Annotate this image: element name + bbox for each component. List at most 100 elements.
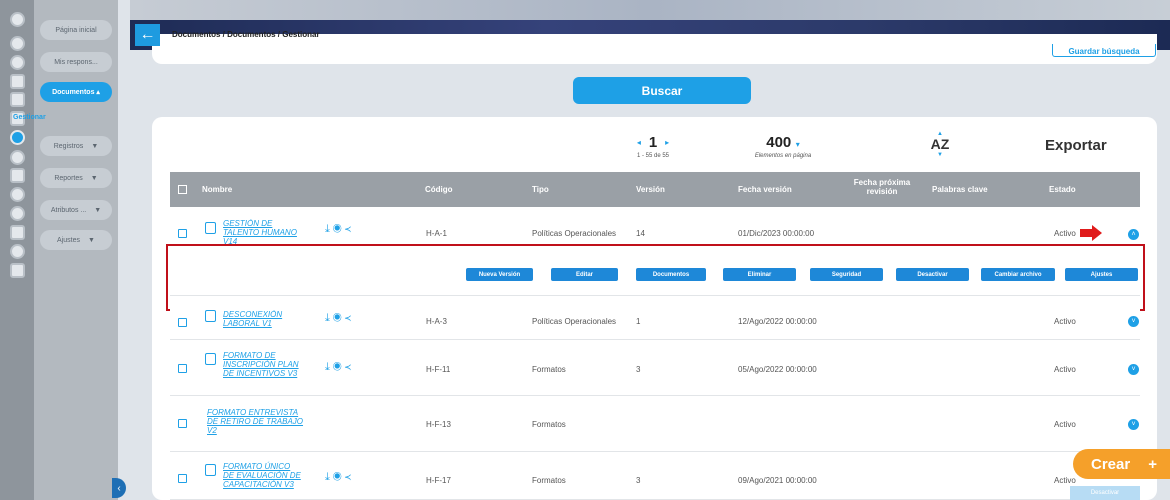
clock-icon[interactable] (10, 150, 25, 165)
document-icon (205, 464, 216, 476)
share-icon[interactable]: ≺ (345, 471, 354, 483)
column-header-status[interactable]: Estado (1049, 185, 1076, 194)
create-button[interactable]: Crear + (1073, 449, 1170, 479)
download-icon[interactable]: ⤓ (325, 312, 333, 324)
save-search-button[interactable]: Guardar búsqueda (1052, 44, 1156, 57)
document-name-link[interactable]: GESTIÓN DE TALENTO HUMANO V14 (223, 219, 303, 247)
column-header-keywords[interactable]: Palabras clave (932, 185, 988, 194)
red-arrow-head-icon (1092, 225, 1102, 241)
prev-page-icon[interactable]: ◂ (637, 138, 641, 147)
sidebar-item-records[interactable]: Registros ▼ (40, 136, 112, 156)
sidebar-item-label: Mis respons... (54, 58, 98, 66)
status-cell: Activo (1054, 420, 1076, 429)
sidebar-item-label: Página inicial (55, 26, 97, 34)
table-row[interactable]: GESTIÓN DE TALENTO HUMANO V14 ⤓◉≺ H-A-1 … (170, 207, 1140, 246)
document-name-link[interactable]: FORMATO DE INSCRIPCIÓN PLAN DE INCENTIVO… (223, 351, 303, 378)
items-per-page-label: Elementos en página (754, 153, 812, 159)
sidebar-item-label: Reportes (54, 174, 83, 182)
chevron-down-icon[interactable]: ˅ (1128, 316, 1139, 327)
row-checkbox[interactable] (178, 364, 187, 373)
folder-icon[interactable] (10, 263, 25, 278)
download-icon[interactable]: ⤓ (325, 223, 333, 235)
icon-rail (0, 0, 34, 500)
pagination: ◂ 1 ▸ 1 - 55 de 55 (618, 134, 688, 159)
document-name-link[interactable]: FORMATO ENTREVISTA DE RETIRO DE TRABAJO … (207, 408, 307, 435)
globe-alt-icon[interactable] (10, 244, 25, 259)
column-header-code[interactable]: Código (425, 185, 453, 194)
next-page-icon[interactable]: ▸ (665, 138, 669, 147)
sidebar-item-attributes[interactable]: Atributos ... ▼ (40, 200, 112, 220)
document-icon[interactable] (10, 130, 25, 145)
row-checkbox[interactable] (178, 474, 187, 483)
row-checkbox[interactable] (178, 229, 187, 238)
chevron-down-icon[interactable]: ˅ (1128, 364, 1139, 375)
sidebar-item-settings[interactable]: Ajustes ▼ (40, 230, 112, 250)
row-checkbox[interactable] (178, 318, 187, 327)
sidebar-item-documents[interactable]: Documentos ▴ (40, 82, 112, 102)
column-header-version[interactable]: Versión (636, 185, 665, 194)
collapse-menu-button[interactable]: ‹ (112, 478, 126, 498)
create-label: Crear (1091, 455, 1131, 473)
back-button[interactable]: ← (135, 24, 160, 46)
side-menu: Página inicial Mis respons... Documentos… (34, 0, 118, 500)
row-checkbox[interactable] (178, 419, 187, 428)
document-name-link[interactable]: DESCONEXIÓN LABORAL V1 (223, 310, 303, 330)
table-row[interactable]: DESCONEXIÓN LABORAL V1 ⤓◉≺ H-A-3 Polític… (170, 296, 1140, 340)
sidebar-subitem-manage[interactable]: Gestionar (13, 114, 46, 121)
book-icon[interactable] (10, 92, 25, 107)
column-header-name[interactable]: Nombre (202, 185, 232, 194)
eye-icon[interactable]: ◉ (333, 471, 345, 483)
globe-icon[interactable] (10, 206, 25, 221)
user-icon[interactable] (10, 55, 25, 70)
version-cell: 14 (636, 229, 645, 238)
type-cell: Políticas Operacionales (532, 317, 617, 326)
plus-icon: + (1148, 455, 1157, 473)
table-row[interactable]: FORMATO DE INSCRIPCIÓN PLAN DE INCENTIVO… (170, 340, 1140, 396)
table-row[interactable]: FORMATO ÚNICO DE EVALUACIÓN DE CAPACITAC… (170, 452, 1140, 500)
bottom-deactivate-button[interactable]: Desactivar (1070, 486, 1140, 500)
sliders-icon[interactable] (10, 168, 25, 183)
export-button[interactable]: Exportar (1045, 137, 1107, 154)
chevron-down-icon: ▼ (91, 142, 99, 150)
warning-icon[interactable] (10, 187, 25, 202)
server-icon[interactable] (10, 225, 25, 240)
type-cell: Formatos (532, 420, 566, 429)
eye-icon[interactable]: ◉ (333, 361, 345, 373)
chevron-up-icon[interactable]: ˄ (1128, 229, 1139, 240)
top-strip (130, 0, 1170, 20)
search-button[interactable]: Buscar (573, 77, 751, 104)
sort-button[interactable]: ▲ AZ ▼ (925, 131, 955, 158)
settings-icon[interactable] (10, 12, 25, 27)
share-icon[interactable]: ≺ (345, 361, 354, 373)
status-cell: Activo (1054, 476, 1076, 485)
breadcrumb: Documentos / Documentos / Gestionar (172, 30, 320, 39)
items-per-page[interactable]: 400 ▾ Elementos en página (728, 134, 838, 159)
column-header-type[interactable]: Tipo (532, 185, 549, 194)
chevron-down-icon: ▾ (795, 140, 800, 149)
sidebar-item-home[interactable]: Página inicial (40, 20, 112, 40)
version-date-cell: 12/Ago/2022 00:00:00 (738, 317, 817, 326)
sidebar-item-responsibilities[interactable]: Mis respons... (40, 52, 112, 72)
chart-icon[interactable] (10, 74, 25, 89)
sort-label: AZ (930, 136, 950, 152)
document-name-link[interactable]: FORMATO ÚNICO DE EVALUACIÓN DE CAPACITAC… (223, 462, 303, 489)
check-icon[interactable] (10, 36, 25, 51)
version-date-cell: 05/Ago/2022 00:00:00 (738, 365, 817, 374)
version-cell: 1 (636, 317, 641, 326)
share-icon[interactable]: ≺ (345, 223, 354, 235)
eye-icon[interactable]: ◉ (333, 312, 345, 324)
table-row[interactable]: FORMATO ENTREVISTA DE RETIRO DE TRABAJO … (170, 396, 1140, 452)
chevron-down-icon[interactable]: ˅ (1128, 419, 1139, 430)
code-cell: H-A-3 (426, 317, 447, 326)
download-icon[interactable]: ⤓ (325, 471, 333, 483)
sidebar-item-reports[interactable]: Reportes ▼ (40, 168, 112, 188)
code-cell: H-F-13 (426, 420, 451, 429)
sidebar-item-label: Documentos ▴ (52, 89, 100, 96)
share-icon[interactable]: ≺ (345, 312, 354, 324)
sidebar-item-label: Atributos ... (50, 206, 87, 214)
select-all-checkbox[interactable] (178, 185, 187, 194)
column-header-version-date[interactable]: Fecha versión (738, 185, 792, 194)
column-header-next-review[interactable]: Fecha próxima revisión (842, 178, 922, 196)
download-icon[interactable]: ⤓ (325, 361, 333, 373)
eye-icon[interactable]: ◉ (333, 223, 345, 235)
